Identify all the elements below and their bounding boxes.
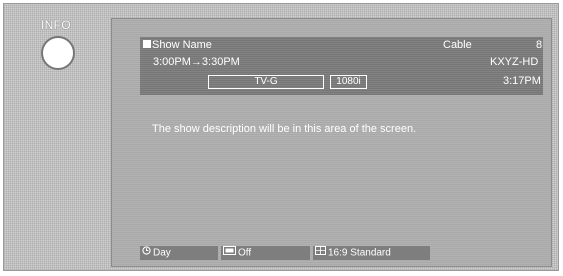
rating-badge: TV-G — [208, 75, 324, 89]
time-range: 3:00PM→3:30PM — [153, 56, 240, 68]
resolution-text: 1080i — [336, 76, 361, 87]
sleep-timer-value: Day — [153, 247, 171, 259]
source-label: Cable — [443, 39, 472, 51]
closed-caption-segment: Off — [221, 246, 310, 260]
info-button[interactable] — [41, 36, 75, 70]
channel-number: 8 — [536, 39, 543, 51]
tv-panel: INFO Show Name Cable 8 3:00PM→3:30PM KXY… — [3, 3, 559, 271]
info-screen-figure: INFO Show Name Cable 8 3:00PM→3:30PM KXY… — [0, 0, 563, 276]
aspect-ratio-segment: 16:9 Standard — [313, 246, 430, 260]
closed-caption-value: Off — [238, 247, 252, 259]
info-label: INFO — [41, 18, 71, 32]
show-name: Show Name — [152, 39, 212, 51]
show-name-row: Show Name — [143, 39, 212, 52]
clock: 3:17PM — [503, 75, 541, 87]
aspect-ratio-value: 16:9 Standard — [328, 247, 391, 259]
info-banner: Show Name Cable 8 3:00PM→3:30PM KXYZ-HD … — [140, 37, 543, 95]
rating-text: TV-G — [254, 76, 278, 87]
sleep-timer-segment: Day — [140, 246, 218, 260]
show-description: The show description will be in this are… — [152, 123, 417, 135]
clock-icon — [142, 246, 151, 260]
status-bar: Day Off 16:9 Standard — [140, 246, 543, 260]
tv-screen: Show Name Cable 8 3:00PM→3:30PM KXYZ-HD … — [111, 18, 552, 267]
square-icon — [143, 40, 151, 48]
station-name: KXYZ-HD — [490, 56, 539, 68]
closed-caption-icon — [223, 246, 236, 260]
resolution-badge: 1080i — [330, 75, 367, 89]
aspect-ratio-icon — [315, 246, 326, 260]
